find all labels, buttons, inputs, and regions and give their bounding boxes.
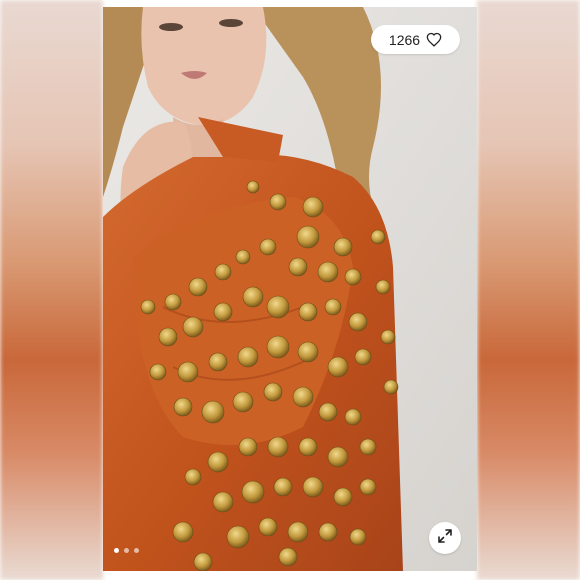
expand-arrows-icon <box>437 528 453 549</box>
heart-icon <box>426 32 442 47</box>
blurred-backdrop-right <box>477 0 580 580</box>
like-button[interactable]: 1266 <box>371 25 460 54</box>
photo-pagination[interactable] <box>114 548 139 553</box>
product-photo-frame[interactable] <box>103 7 477 571</box>
pagination-dot[interactable] <box>114 548 119 553</box>
blurred-backdrop-left <box>0 0 103 580</box>
expand-photo-button[interactable] <box>429 522 461 554</box>
pagination-dot[interactable] <box>134 548 139 553</box>
pagination-dot[interactable] <box>124 548 129 553</box>
product-photo <box>103 7 477 571</box>
like-count: 1266 <box>388 31 421 48</box>
